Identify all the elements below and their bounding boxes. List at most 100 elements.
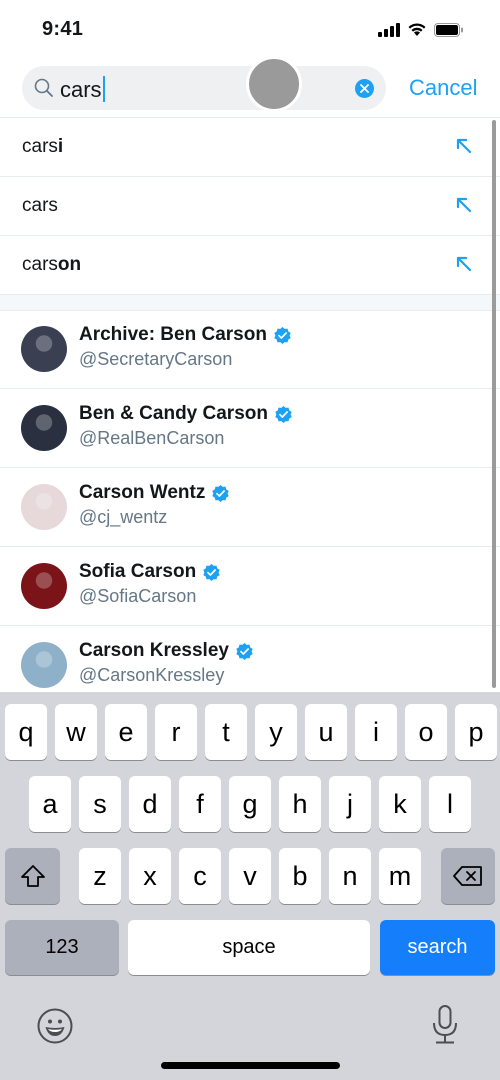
text-caret — [102, 76, 105, 102]
key-p[interactable]: p — [455, 704, 497, 760]
fill-query-arrow-icon[interactable] — [455, 255, 473, 273]
section-separator — [0, 295, 500, 311]
key-s[interactable]: s — [79, 776, 121, 832]
suggestion-completion: i — [57, 136, 64, 157]
clear-icon — [360, 84, 369, 93]
search-suggestions: carsi cars carson — [0, 118, 500, 311]
cancel-button[interactable]: Cancel — [409, 75, 477, 101]
space-key[interactable]: space — [128, 920, 370, 975]
search-input-value[interactable]: cars — [60, 76, 105, 103]
user-result-item[interactable]: Ben & Candy Carson @RealBenCarson — [0, 389, 500, 468]
key-f[interactable]: f — [179, 776, 221, 832]
key-u[interactable]: u — [305, 704, 347, 760]
key-l[interactable]: l — [429, 776, 471, 832]
user-name: Archive: Ben Carson — [79, 324, 267, 345]
key-n[interactable]: n — [329, 848, 371, 904]
suggestion-item[interactable]: carsi — [0, 118, 500, 177]
suggestion-completion: on — [57, 254, 82, 275]
search-bar: cars Cancel — [0, 56, 500, 112]
shift-key[interactable] — [5, 848, 60, 904]
touch-indicator — [246, 56, 302, 112]
user-handle: @SofiaCarson — [79, 586, 197, 606]
user-name-row: Carson Kressley — [79, 640, 254, 662]
delete-key[interactable] — [441, 848, 495, 904]
user-name: Ben & Candy Carson — [79, 403, 268, 424]
suggestion-prefix: cars — [22, 254, 58, 275]
avatar — [21, 642, 67, 688]
shift-icon — [20, 865, 45, 887]
search-icon — [34, 78, 53, 97]
key-z[interactable]: z — [79, 848, 121, 904]
avatar — [21, 484, 67, 530]
status-icons — [378, 22, 464, 37]
numbers-key[interactable]: 123 — [5, 920, 119, 975]
key-r[interactable]: r — [155, 704, 197, 760]
key-i[interactable]: i — [355, 704, 397, 760]
avatar — [21, 405, 67, 451]
emoji-icon[interactable] — [37, 1008, 73, 1044]
key-b[interactable]: b — [279, 848, 321, 904]
battery-icon — [434, 22, 463, 37]
user-name: Carson Wentz — [79, 482, 206, 503]
suggestion-text: carsi — [22, 136, 63, 158]
microphone-icon[interactable] — [430, 1004, 460, 1046]
key-o[interactable]: o — [405, 704, 447, 760]
key-g[interactable]: g — [229, 776, 271, 832]
user-name-row: Carson Wentz — [79, 482, 230, 504]
key-c[interactable]: c — [179, 848, 221, 904]
avatar — [21, 563, 67, 609]
status-bar: 9:41 — [0, 0, 500, 60]
suggestion-text: carson — [22, 254, 81, 276]
suggestion-item[interactable]: cars — [0, 177, 500, 236]
user-handle: @CarsonKressley — [79, 665, 225, 685]
suggestion-prefix: cars — [22, 136, 58, 157]
suggestion-item[interactable]: carson — [0, 236, 500, 295]
delete-icon — [453, 866, 482, 886]
signal-icon — [378, 22, 400, 37]
search-query-text: cars — [60, 77, 102, 102]
user-handle: @SecretaryCarson — [79, 349, 233, 369]
user-result-item[interactable]: Carson Wentz @cj_wentz — [0, 468, 500, 547]
key-w[interactable]: w — [55, 704, 97, 760]
key-k[interactable]: k — [379, 776, 421, 832]
suggestion-prefix: cars — [22, 195, 58, 216]
user-result-item[interactable]: Archive: Ben Carson @SecretaryCarson — [0, 310, 500, 389]
user-name-row: Sofia Carson — [79, 561, 221, 583]
key-m[interactable]: m — [379, 848, 421, 904]
verified-badge-icon — [236, 642, 253, 660]
user-name: Carson Kressley — [79, 640, 229, 661]
verified-badge-icon — [274, 326, 291, 344]
key-e[interactable]: e — [105, 704, 147, 760]
verified-badge-icon — [212, 484, 230, 502]
key-a[interactable]: a — [29, 776, 71, 832]
scrollbar[interactable] — [492, 120, 496, 688]
fill-query-arrow-icon[interactable] — [455, 196, 473, 214]
suggestion-text: cars — [22, 195, 58, 217]
key-j[interactable]: j — [329, 776, 371, 832]
user-name: Sofia Carson — [79, 561, 197, 582]
user-handle: @cj_wentz — [79, 507, 168, 527]
user-result-item[interactable]: Sofia Carson @SofiaCarson — [0, 547, 500, 626]
keyboard: 123 space search qwertyuiop asdfghjkl zxcv… — [0, 692, 500, 1080]
status-time: 9:41 — [42, 18, 84, 40]
search-key[interactable]: search — [380, 920, 495, 975]
avatar — [21, 326, 67, 372]
verified-badge-icon — [275, 405, 292, 423]
key-y[interactable]: y — [255, 704, 297, 760]
search-input[interactable]: cars — [22, 56, 386, 112]
user-results: Archive: Ben Carson @SecretaryCarson Ben… — [0, 310, 500, 705]
user-name-row: Ben & Candy Carson — [79, 403, 293, 425]
fill-query-arrow-icon[interactable] — [455, 137, 473, 155]
clear-search-button[interactable] — [355, 79, 374, 98]
key-x[interactable]: x — [129, 848, 171, 904]
wifi-icon — [408, 23, 426, 36]
user-name-row: Archive: Ben Carson — [79, 324, 292, 346]
key-q[interactable]: q — [5, 704, 47, 760]
verified-badge-icon — [203, 563, 220, 581]
key-h[interactable]: h — [279, 776, 321, 832]
key-v[interactable]: v — [229, 848, 271, 904]
home-indicator — [161, 1062, 340, 1069]
user-handle: @RealBenCarson — [79, 428, 225, 448]
key-t[interactable]: t — [205, 704, 247, 760]
key-d[interactable]: d — [129, 776, 171, 832]
